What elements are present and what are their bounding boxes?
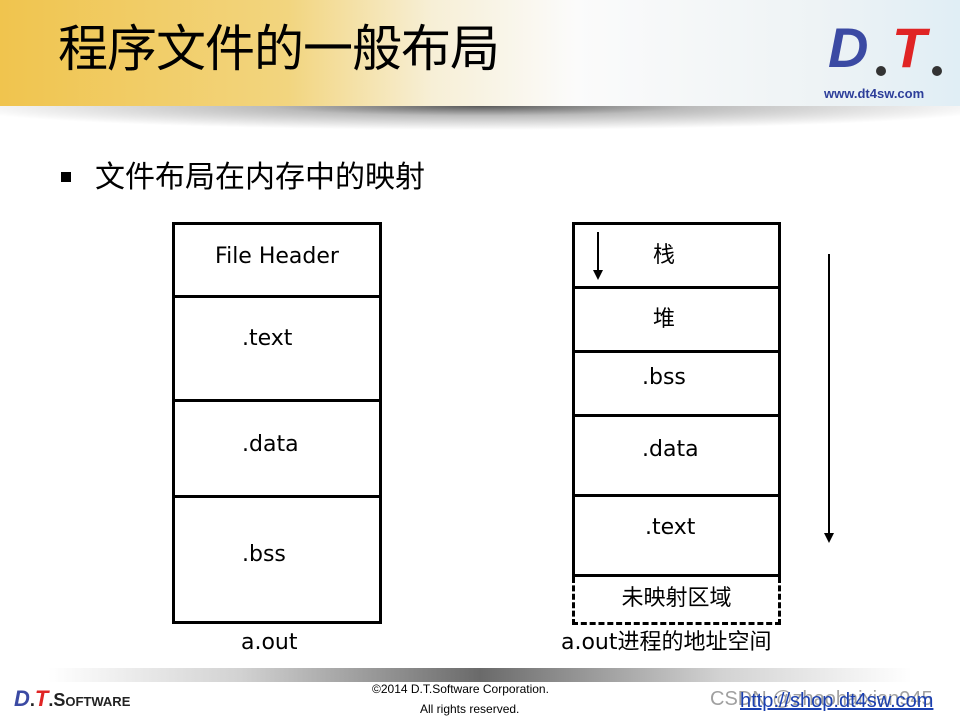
segment-bss: .bss	[642, 365, 686, 390]
segment-text: .text	[645, 515, 696, 540]
slide-title: 程序文件的一般布局	[58, 20, 500, 78]
bullet-text: 文件布局在内存中的映射	[95, 160, 425, 195]
file-layout-box: File Header .text .data .bss	[172, 222, 382, 624]
segment-data: .data	[642, 437, 699, 462]
arrow-head-icon	[593, 270, 603, 280]
segment-stack: 栈	[575, 225, 778, 287]
file-layout-caption: a.out	[241, 630, 298, 655]
unmapped-region: 未映射区域	[572, 577, 781, 625]
logo-d: D	[828, 16, 869, 79]
process-layout-box: 栈 堆 .bss .data .text	[572, 222, 781, 577]
logo-url: www.dt4sw.com	[824, 86, 925, 101]
segment-text: .text	[242, 326, 293, 351]
header-shadow	[0, 106, 960, 130]
logo-t: T	[892, 16, 927, 79]
stack-growth-arrow	[597, 232, 599, 272]
shop-link[interactable]: http://shop.dt4sw.com	[740, 690, 933, 713]
segment-data: .data	[242, 432, 299, 457]
logo-dot	[932, 66, 942, 76]
segment-bss: .bss	[242, 542, 286, 567]
segment-heap: 堆	[653, 307, 676, 332]
copyright-text: ©2014 D.T.Software Corporation.	[372, 682, 549, 696]
logo-dot	[876, 66, 886, 76]
segment-file-header: File Header	[215, 244, 339, 269]
bullet-icon	[61, 172, 71, 182]
address-direction-arrow	[828, 254, 830, 534]
footer-shadow	[0, 668, 960, 682]
dt-logo: D T	[828, 18, 950, 78]
arrow-head-icon	[824, 533, 834, 543]
footer-logo: D.T.Software	[14, 686, 131, 711]
process-layout-caption: a.out进程的地址空间	[561, 630, 772, 655]
rights-text: All rights reserved.	[420, 702, 520, 716]
